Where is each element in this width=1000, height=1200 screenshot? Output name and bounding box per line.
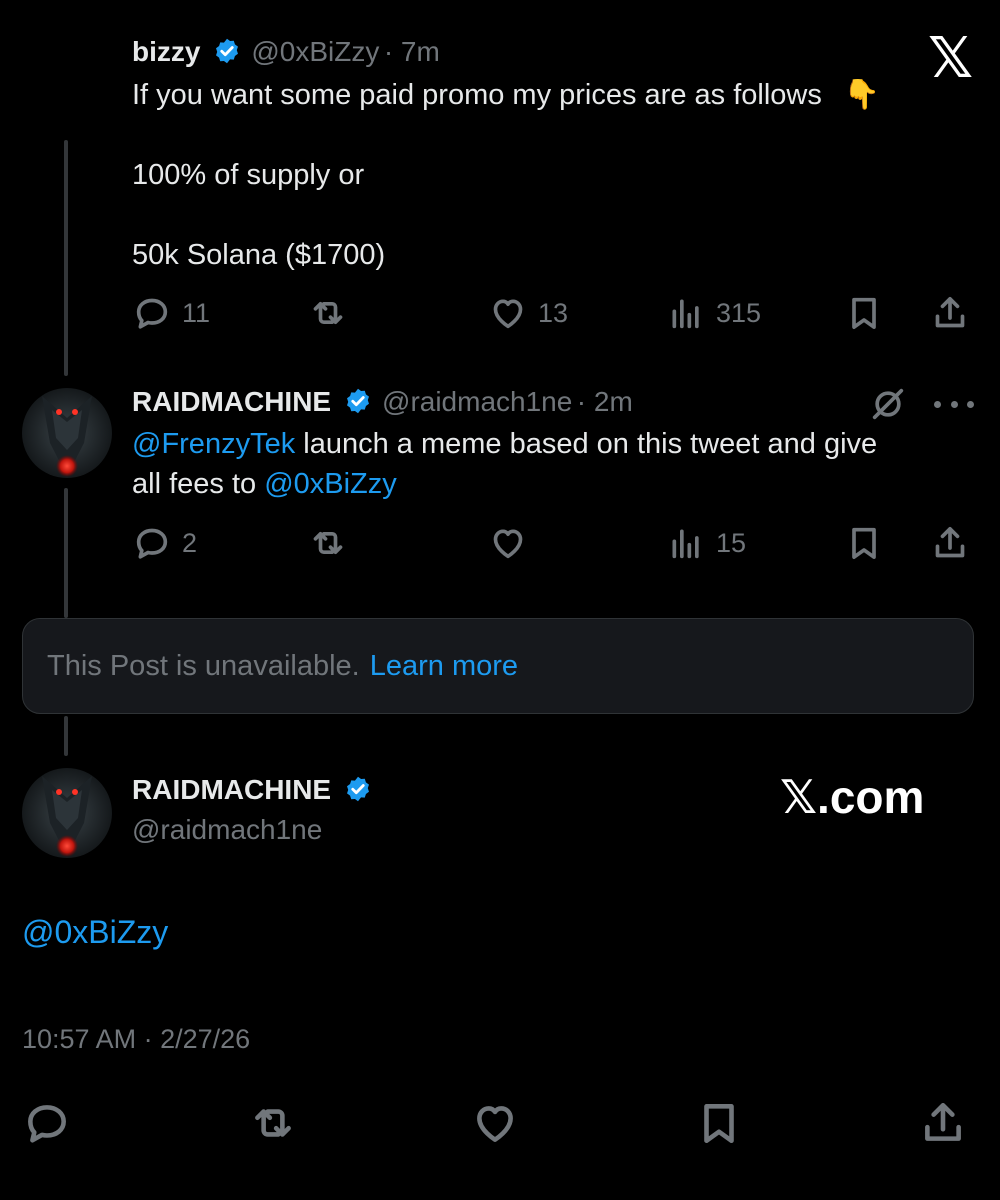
- views-button[interactable]: 15: [666, 518, 746, 568]
- tweet-2-header: RAIDMACHINE @raidmach1ne · 2m: [132, 386, 633, 418]
- view-count: 15: [716, 527, 747, 558]
- robot-avatar-icon: [22, 768, 112, 858]
- author-name[interactable]: bizzy: [132, 36, 200, 67]
- author-name[interactable]: RAIDMACHINE: [132, 774, 331, 805]
- reply-button[interactable]: 2: [132, 518, 197, 568]
- learn-more-link[interactable]: Learn more: [370, 650, 518, 683]
- like-count: 13: [538, 297, 569, 328]
- mention-link[interactable]: @0xBiZzy: [264, 468, 397, 500]
- tweet-1-text: If you want some paid promo my prices ar…: [132, 75, 932, 275]
- text-line: 50k Solana ($1700): [132, 239, 386, 271]
- thread-line-1: [64, 140, 68, 376]
- post-timestamp: 10:57 AM · 2/27/26: [22, 1024, 251, 1054]
- text-line: If you want some paid promo my prices ar…: [132, 79, 822, 111]
- retweet-button[interactable]: [248, 1098, 298, 1153]
- share-icon: [925, 1103, 961, 1141]
- bookmark-button[interactable]: [694, 1098, 744, 1153]
- reply-icon: [136, 298, 168, 329]
- bookmark-icon: [852, 527, 876, 559]
- more-options-icon[interactable]: [934, 384, 974, 424]
- author-handle[interactable]: @raidmach1ne: [132, 814, 322, 846]
- retweet-button[interactable]: [308, 518, 348, 568]
- avatar[interactable]: [22, 388, 112, 478]
- retweet-icon: [255, 1109, 291, 1137]
- reply-icon: [136, 528, 168, 559]
- post-time: · 7m: [383, 36, 440, 67]
- thread-line-2: [64, 488, 68, 618]
- views-chart-icon: [672, 529, 699, 559]
- main-tweet-text[interactable]: @0xBiZzy: [22, 914, 168, 951]
- text-fragment: all fees to: [132, 468, 265, 500]
- bookmark-button[interactable]: [844, 518, 884, 568]
- x-com-watermark: 𝕏.com: [780, 771, 925, 823]
- post-time: · 2m: [576, 386, 633, 417]
- robot-avatar-icon: [22, 388, 112, 478]
- author-name[interactable]: RAIDMACHINE: [132, 386, 331, 417]
- tweet-2-text: @FrenzyTek launch a meme based on this t…: [132, 424, 962, 504]
- retweet-button[interactable]: [308, 288, 348, 338]
- pointing-down-emoji: 👇: [843, 79, 881, 111]
- tweet-2-actions: 2 15: [132, 518, 972, 568]
- views-button[interactable]: 315: [666, 288, 761, 338]
- share-button[interactable]: [930, 288, 970, 338]
- mention-link[interactable]: @FrenzyTek: [132, 428, 295, 460]
- x-logo-icon: 𝕏: [928, 26, 974, 89]
- unavailable-text: This Post is unavailable.: [47, 649, 360, 682]
- thread-line-3: [64, 716, 68, 756]
- text-line: 100% of supply or: [132, 159, 365, 191]
- heart-icon: [477, 1106, 513, 1142]
- tweet-1-header: bizzy @0xBiZzy · 7m: [132, 36, 440, 68]
- reply-button[interactable]: [22, 1098, 72, 1153]
- author-handle[interactable]: @0xBiZzy: [251, 36, 379, 67]
- like-button[interactable]: [470, 1098, 520, 1153]
- main-tweet-author: RAIDMACHINE: [132, 774, 378, 806]
- reply-icon: [28, 1105, 66, 1143]
- unavailable-post-box: This Post is unavailable. Learn more: [22, 618, 974, 714]
- grok-icon[interactable]: [868, 384, 908, 424]
- text-fragment: launch a meme based on this tweet and gi…: [295, 428, 878, 460]
- avatar[interactable]: [22, 768, 112, 858]
- heart-icon: [493, 299, 523, 329]
- bookmark-icon: [704, 1104, 734, 1143]
- share-icon: [935, 297, 965, 328]
- like-button[interactable]: [488, 518, 528, 568]
- share-icon: [935, 527, 965, 558]
- retweet-icon: [313, 532, 343, 554]
- verified-badge-icon: [346, 388, 369, 414]
- reply-button[interactable]: 11: [132, 288, 210, 338]
- author-handle[interactable]: @raidmach1ne: [382, 386, 572, 417]
- bookmark-button[interactable]: [844, 288, 884, 338]
- share-button[interactable]: [918, 1098, 968, 1153]
- verified-badge-icon: [346, 776, 369, 802]
- share-button[interactable]: [930, 518, 970, 568]
- view-count: 315: [716, 297, 762, 328]
- heart-icon: [493, 529, 523, 559]
- views-chart-icon: [672, 299, 699, 329]
- reply-count: 11: [182, 297, 211, 328]
- retweet-icon: [313, 302, 343, 324]
- reply-count: 2: [182, 527, 198, 558]
- verified-badge-icon: [215, 38, 238, 64]
- tweet-1-actions: 11 13 315: [132, 288, 972, 338]
- bookmark-icon: [852, 297, 876, 329]
- like-button[interactable]: 13: [488, 288, 568, 338]
